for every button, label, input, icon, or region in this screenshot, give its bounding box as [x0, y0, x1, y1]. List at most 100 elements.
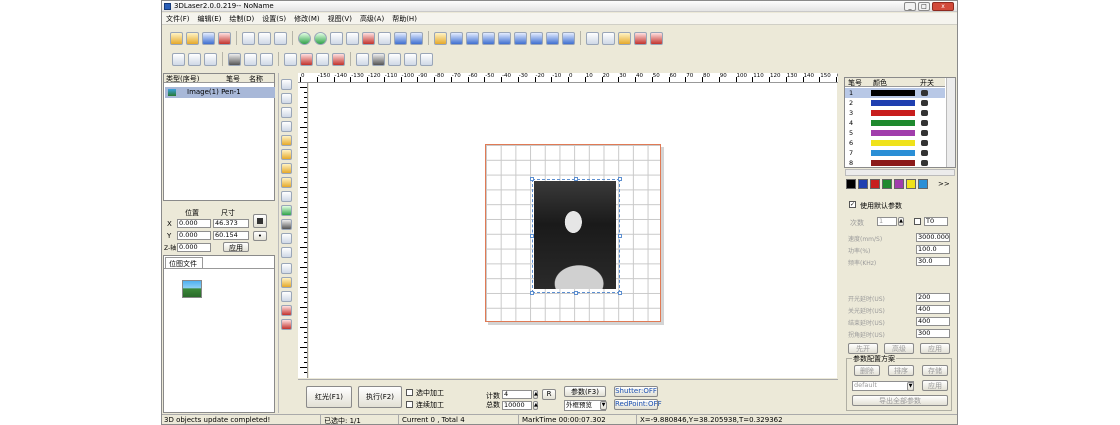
lock-icon[interactable]: [228, 52, 241, 66]
layer-icon[interactable]: [618, 31, 631, 45]
flip-icon[interactable]: [332, 52, 345, 66]
menu-draw[interactable]: 绘制(D): [225, 13, 258, 25]
reset-count-button[interactable]: R: [542, 389, 556, 400]
tab-bitmap-files[interactable]: 位图文件: [165, 257, 203, 268]
pen-row[interactable]: 3: [845, 108, 945, 118]
array-icon[interactable]: [372, 52, 385, 66]
node-pointer-icon[interactable]: [281, 93, 292, 104]
new-file-icon[interactable]: [170, 31, 183, 45]
redo-icon[interactable]: [314, 31, 327, 45]
barcode-icon[interactable]: [281, 247, 292, 258]
header-pen-number[interactable]: 笔号: [848, 78, 862, 88]
apply-params-button[interactable]: 应用: [920, 343, 950, 354]
3d-view-icon[interactable]: [586, 31, 599, 45]
laser-on-icon[interactable]: [921, 150, 928, 156]
portrait-image[interactable]: [534, 181, 616, 289]
loop-count-stepper[interactable]: ▲: [898, 217, 904, 226]
pen-row[interactable]: 5: [845, 128, 945, 138]
copy-icon[interactable]: [258, 31, 271, 45]
guide-icon[interactable]: [204, 52, 217, 66]
pen-row[interactable]: 4: [845, 118, 945, 128]
resize-handle[interactable]: [530, 234, 534, 238]
menu-file[interactable]: 文件(F): [162, 13, 194, 25]
use-default-checkbox[interactable]: ✓: [849, 201, 856, 208]
pen-color-swatch[interactable]: [871, 100, 915, 106]
clock-icon[interactable]: [281, 263, 292, 274]
speed-input[interactable]: 3000.000: [916, 233, 950, 242]
export-params-button[interactable]: 导出全部参数: [852, 395, 948, 406]
tools-icon[interactable]: [378, 31, 391, 45]
corner-delay-input[interactable]: 300: [916, 329, 950, 338]
save-icon[interactable]: [202, 31, 215, 45]
polygon-icon[interactable]: [281, 177, 292, 188]
rotate-icon[interactable]: [404, 52, 417, 66]
anchor-button[interactable]: •: [253, 231, 267, 241]
laser-on-icon[interactable]: [921, 120, 928, 126]
palette-swatch[interactable]: [918, 179, 928, 189]
rectangle-icon[interactable]: [281, 149, 292, 160]
zoom-previous-icon[interactable]: [562, 31, 575, 45]
arc-icon[interactable]: [281, 135, 292, 146]
resize-handle[interactable]: [618, 291, 622, 295]
open-file-icon[interactable]: [186, 31, 199, 45]
selected-process-checkbox[interactable]: [406, 389, 413, 396]
pen-color-swatch[interactable]: [871, 150, 915, 156]
paste-icon[interactable]: [274, 31, 287, 45]
resize-handle[interactable]: [618, 234, 622, 238]
center-icon[interactable]: [356, 52, 369, 66]
scheme-select[interactable]: default: [852, 381, 914, 391]
x-size-input[interactable]: 46.373: [213, 219, 249, 228]
close-button[interactable]: x: [932, 2, 954, 11]
menu-edit[interactable]: 编辑(E): [194, 13, 226, 25]
laser-on-icon[interactable]: [921, 90, 928, 96]
apply-position-button[interactable]: 应用: [223, 242, 249, 252]
node-edit-icon[interactable]: [330, 31, 343, 45]
zoom-page-icon[interactable]: [530, 31, 543, 45]
on-delay-input[interactable]: 200: [916, 293, 950, 302]
curve-icon[interactable]: [281, 121, 292, 132]
y-position-input[interactable]: 0.000: [177, 231, 211, 240]
redpoint-button[interactable]: RedPoint:OFF: [614, 399, 662, 410]
maximize-button[interactable]: □: [918, 2, 930, 11]
unlock-all-icon[interactable]: [260, 52, 273, 66]
total-stepper[interactable]: ▲: [533, 401, 538, 410]
pen-color-swatch[interactable]: [871, 140, 915, 146]
zoom-fit-icon[interactable]: [482, 31, 495, 45]
zoom-all-icon[interactable]: [514, 31, 527, 45]
header-switch[interactable]: 开关: [920, 78, 934, 88]
x-position-input[interactable]: 0.000: [177, 219, 211, 228]
t-checkbox[interactable]: [914, 218, 921, 225]
resize-handle[interactable]: [618, 177, 622, 181]
sort-scheme-button[interactable]: 排序: [888, 365, 914, 376]
menu-view[interactable]: 视图(V): [324, 13, 356, 25]
laser-on-icon[interactable]: [921, 110, 928, 116]
palette-swatch[interactable]: [870, 179, 880, 189]
zoom-icon[interactable]: [434, 31, 447, 45]
skew-icon[interactable]: [420, 52, 433, 66]
bitmap-thumbnail[interactable]: [182, 280, 202, 298]
select-pointer-icon[interactable]: [281, 79, 292, 90]
grid-dots-icon[interactable]: [172, 52, 185, 66]
pen-color-swatch[interactable]: [871, 90, 915, 96]
header-name[interactable]: 名称: [249, 74, 263, 84]
palette-swatch[interactable]: [846, 179, 856, 189]
pen-color-swatch[interactable]: [871, 130, 915, 136]
output-port-icon[interactable]: [281, 291, 292, 302]
menu-help[interactable]: 帮助(H): [388, 13, 421, 25]
save-scheme-button[interactable]: 存储: [922, 365, 948, 376]
delete-scheme-button[interactable]: 删除: [854, 365, 880, 376]
mirror-icon[interactable]: [316, 52, 329, 66]
red-light-button[interactable]: 红光(F1): [306, 386, 352, 408]
zoom-out-icon[interactable]: [466, 31, 479, 45]
end-delay-input[interactable]: 400: [916, 317, 950, 326]
motion-icon[interactable]: [281, 305, 292, 316]
open-button[interactable]: 先开: [848, 343, 878, 354]
total-input[interactable]: 10000: [502, 401, 532, 410]
align-icon[interactable]: [388, 52, 401, 66]
chevron-down-icon[interactable]: ▼: [907, 382, 914, 391]
pen-scrollbar[interactable]: [946, 78, 955, 167]
text-icon[interactable]: [281, 219, 292, 230]
ungroup-icon[interactable]: [300, 52, 313, 66]
header-type[interactable]: 类型(序号): [166, 74, 199, 84]
stop-icon[interactable]: [650, 31, 663, 45]
